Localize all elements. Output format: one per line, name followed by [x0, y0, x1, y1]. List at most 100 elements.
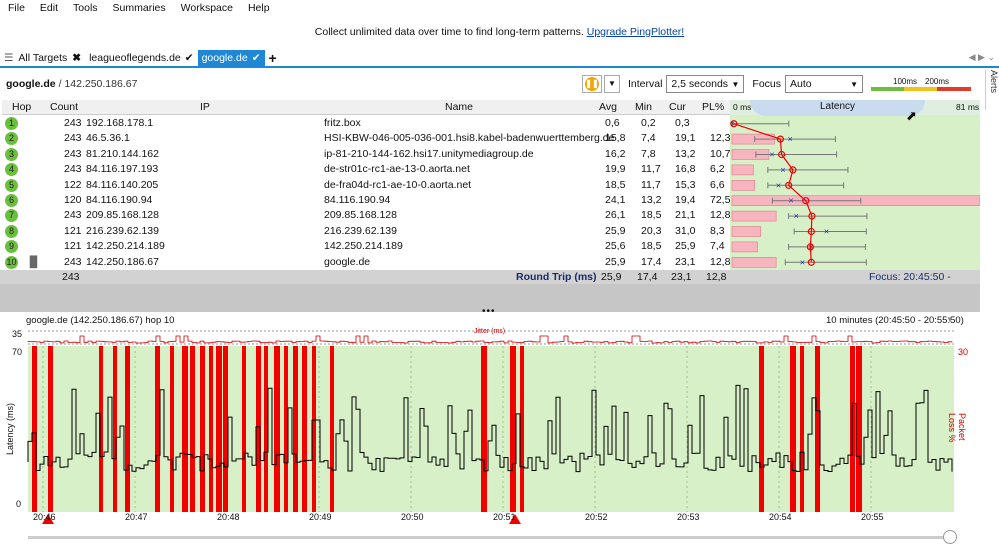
- packet-loss-bar: [113, 346, 117, 512]
- table-row[interactable]: 6 120 84.116.190.94 84.116.190.94 24,1 13,2 19…: [2, 193, 730, 208]
- hop-cur: 21,1: [675, 209, 696, 222]
- hop-pl: 12,8: [710, 209, 731, 222]
- col-count[interactable]: Count: [50, 101, 78, 113]
- loss-axis-label: Packet Loss %: [947, 413, 967, 443]
- current-mark: ×: [780, 165, 785, 175]
- jitter-line: [27, 335, 953, 344]
- total-avg: 25,9: [601, 271, 622, 283]
- hop-avg: 16,2: [605, 147, 626, 160]
- pause-button[interactable]: ❚❚: [581, 75, 602, 93]
- table-row[interactable]: 10 243 142.250.186.67 google.de 25,9 17,4 23,1…: [2, 255, 730, 270]
- hop-hop: 9: [5, 240, 18, 254]
- current-mark: ×: [794, 211, 799, 221]
- col-min[interactable]: Min: [635, 101, 652, 113]
- hop-ip: 192.168.178.1: [86, 117, 154, 129]
- hop-min: 13,2: [641, 194, 662, 206]
- menu-edit[interactable]: Edit: [40, 2, 58, 14]
- menu-file[interactable]: File: [8, 2, 25, 14]
- hop-count: 243: [64, 132, 82, 145]
- col-pl[interactable]: PL%: [702, 101, 724, 113]
- interval-select[interactable]: 2,5 seconds ▼: [666, 75, 745, 93]
- timeline-scroll-thumb[interactable]: [943, 530, 957, 544]
- hop-name: 84.116.190.94: [324, 194, 391, 206]
- hop-name: de-fra04d-rc1-ae-10-0.aorta.net: [324, 178, 472, 191]
- hop-hop: 4: [5, 163, 18, 177]
- focus-select[interactable]: Auto ▼: [785, 75, 863, 93]
- close-icon[interactable]: ✖: [72, 52, 81, 64]
- packet-loss-bar: [312, 346, 316, 512]
- col-name[interactable]: Name: [445, 101, 473, 113]
- total-pl: 12,8: [706, 271, 727, 283]
- hop-name: HSI-KBW-046-005-036-001.hsi8.kabel-baden…: [324, 132, 615, 145]
- packet-loss-bar: [264, 346, 268, 512]
- table-row[interactable]: 7 243 209.85.168.128 209.85.168.128 26,1 18,5…: [2, 208, 730, 223]
- target-ip: / 142.250.186.67: [58, 78, 138, 90]
- hop-pl: 8,3: [710, 224, 725, 237]
- hop-pl: 72,5: [710, 194, 731, 206]
- hop-hop: 8: [5, 224, 18, 238]
- hop-pl: 12,8: [710, 255, 731, 268]
- table-row[interactable]: 4 243 84.116.197.193 de-str01c-rc1-ae-13-0.…: [2, 162, 730, 177]
- hop-avg: 25,6: [605, 240, 626, 253]
- menu-tools[interactable]: Tools: [73, 2, 98, 14]
- hop-cur: 31,0: [675, 224, 696, 237]
- hop-min: 11,7: [641, 163, 661, 176]
- packet-loss-bar: [170, 346, 174, 512]
- hop-count: 243: [64, 117, 82, 129]
- hop-cur: 0,3: [675, 117, 690, 129]
- hop-pl: 10,7: [710, 147, 731, 160]
- packet-loss-bar: [155, 346, 160, 512]
- hop-min: 11,7: [641, 178, 661, 191]
- menu-workspace[interactable]: Workspace: [181, 2, 233, 14]
- alerts-panel-tab[interactable]: Alerts: [985, 70, 999, 110]
- packet-loss-bar: [815, 346, 820, 512]
- time-tick-label: 20:54: [769, 512, 792, 522]
- hop-avg: 0,6: [605, 117, 620, 129]
- tab-scroll-arrows-icon[interactable]: ◀ ▶ ⌄: [969, 52, 995, 63]
- tab-google[interactable]: google.de ✔: [197, 49, 265, 67]
- packet-loss-bar: [48, 346, 53, 512]
- packet-loss-bar: [242, 346, 246, 512]
- table-row[interactable]: 1 243 192.168.178.1 fritz.box 0,6 0,2 0,3: [2, 116, 730, 131]
- tab-leagueoflegends[interactable]: leagueoflegends.de ✔: [85, 50, 197, 67]
- pause-dropdown-button[interactable]: ▼: [603, 75, 620, 93]
- upgrade-link[interactable]: Upgrade PingPlotter!: [587, 26, 684, 38]
- menu-help[interactable]: Help: [248, 2, 270, 14]
- packet-loss-bar: [182, 346, 188, 512]
- check-icon: ✔: [184, 52, 194, 64]
- current-mark: ×: [787, 134, 792, 144]
- menu-summaries[interactable]: Summaries: [113, 2, 166, 14]
- loss-bar: [731, 210, 777, 222]
- table-row[interactable]: 8 121 216.239.62.139 216.239.62.139 25,9 20,3…: [2, 224, 730, 239]
- hop-cur: 23,1: [675, 255, 696, 268]
- loss-max: 30: [958, 347, 969, 357]
- bar-chart-icon[interactable]: ▐▌: [26, 256, 41, 268]
- add-tab-button[interactable]: +: [265, 50, 281, 67]
- list-icon: ☰: [4, 52, 14, 64]
- table-row[interactable]: 3 243 81.210.144.162 ip-81-210-144-162.hsi1…: [2, 147, 730, 162]
- timeline-scrollbar[interactable]: [28, 536, 954, 539]
- menu-bar: File Edit Tools Summaries Workspace Help: [0, 0, 999, 16]
- table-row[interactable]: 2 243 46.5.36.1 HSI-KBW-046-005-036-001.hsi…: [2, 131, 730, 146]
- hop-ip: 142.250.214.189: [86, 240, 165, 253]
- hop-min: 18,5: [641, 209, 662, 222]
- jitter-max: 35: [12, 329, 23, 339]
- hop-hop: 2: [5, 132, 18, 146]
- hop-ip: 84.116.140.205: [86, 178, 159, 191]
- current-mark: ×: [800, 257, 805, 267]
- packet-loss-bar: [800, 346, 804, 512]
- tab-all-targets[interactable]: ☰ All Targets ✖: [0, 50, 85, 67]
- col-hop[interactable]: Hop: [12, 101, 31, 113]
- col-avg[interactable]: Avg: [599, 101, 617, 113]
- packet-loss-bar: [302, 346, 307, 512]
- time-tick-label: 20:46: [33, 512, 56, 522]
- table-row[interactable]: 9 121 142.250.214.189 142.250.214.189 25,6 18…: [2, 239, 730, 254]
- hop-name: 142.250.214.189: [324, 240, 403, 253]
- col-cur[interactable]: Cur: [669, 101, 686, 113]
- interval-value: 2,5 seconds: [671, 78, 729, 90]
- hop-name: 209.85.168.128: [324, 209, 397, 222]
- hop-pl: 6,2: [710, 163, 725, 176]
- focus-label: Focus: [752, 78, 781, 90]
- col-ip[interactable]: IP: [200, 101, 210, 113]
- table-row[interactable]: 5 122 84.116.140.205 de-fra04d-rc1-ae-10-0.…: [2, 178, 730, 193]
